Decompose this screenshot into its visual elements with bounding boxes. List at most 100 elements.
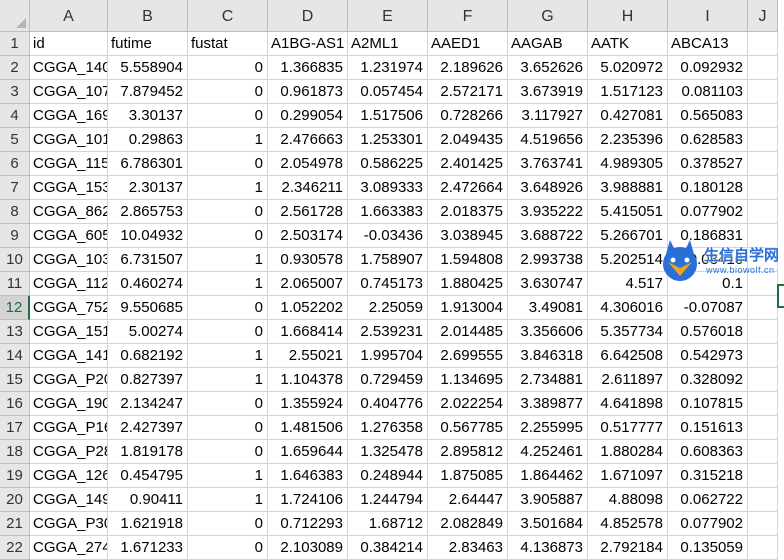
cell-i11[interactable]: 0.1 (668, 272, 748, 296)
row-header-4[interactable]: 4 (0, 104, 30, 128)
cell-g11[interactable]: 3.630747 (508, 272, 588, 296)
cell-g21[interactable]: 3.501684 (508, 512, 588, 536)
cell-j6[interactable] (748, 152, 778, 176)
row-header-2[interactable]: 2 (0, 56, 30, 80)
cell-c20[interactable]: 1 (188, 488, 268, 512)
cell-f20[interactable]: 2.64447 (428, 488, 508, 512)
cell-i4[interactable]: 0.565083 (668, 104, 748, 128)
column-header-b[interactable]: B (108, 0, 188, 32)
cell-e5[interactable]: 1.253301 (348, 128, 428, 152)
cell-b4[interactable]: 3.30137 (108, 104, 188, 128)
row-header-1[interactable]: 1 (0, 32, 30, 56)
cell-g20[interactable]: 3.905887 (508, 488, 588, 512)
row-header-22[interactable]: 22 (0, 536, 30, 560)
cell-c16[interactable]: 0 (188, 392, 268, 416)
cell-h1[interactable]: AATK (588, 32, 668, 56)
cell-b19[interactable]: 0.454795 (108, 464, 188, 488)
cell-b14[interactable]: 0.682192 (108, 344, 188, 368)
cell-d18[interactable]: 1.659644 (268, 440, 348, 464)
cell-g19[interactable]: 1.864462 (508, 464, 588, 488)
cell-g16[interactable]: 3.389877 (508, 392, 588, 416)
cell-d12[interactable]: 1.052202 (268, 296, 348, 320)
cell-a22[interactable]: CGGA_274 (30, 536, 108, 560)
cell-g5[interactable]: 4.519656 (508, 128, 588, 152)
column-header-j[interactable]: J (748, 0, 778, 32)
cell-j3[interactable] (748, 80, 778, 104)
cell-e18[interactable]: 1.325478 (348, 440, 428, 464)
cell-e6[interactable]: 0.586225 (348, 152, 428, 176)
cell-b2[interactable]: 5.558904 (108, 56, 188, 80)
cell-j7[interactable] (748, 176, 778, 200)
cell-h18[interactable]: 1.880284 (588, 440, 668, 464)
row-header-14[interactable]: 14 (0, 344, 30, 368)
cell-a12[interactable]: CGGA_752 (30, 296, 108, 320)
cell-j22[interactable] (748, 536, 778, 560)
cell-h16[interactable]: 4.641898 (588, 392, 668, 416)
cell-d2[interactable]: 1.366835 (268, 56, 348, 80)
cell-d15[interactable]: 1.104378 (268, 368, 348, 392)
cell-i18[interactable]: 0.608363 (668, 440, 748, 464)
cell-h13[interactable]: 5.357734 (588, 320, 668, 344)
cell-g22[interactable]: 4.136873 (508, 536, 588, 560)
cell-c19[interactable]: 1 (188, 464, 268, 488)
row-header-21[interactable]: 21 (0, 512, 30, 536)
cell-a2[interactable]: CGGA_1404 (30, 56, 108, 80)
cell-c21[interactable]: 0 (188, 512, 268, 536)
cell-j20[interactable] (748, 488, 778, 512)
cell-b5[interactable]: 0.29863 (108, 128, 188, 152)
cell-i10[interactable]: -0.03416 (668, 248, 748, 272)
cell-d4[interactable]: 0.299054 (268, 104, 348, 128)
cell-b15[interactable]: 0.827397 (108, 368, 188, 392)
cell-c11[interactable]: 1 (188, 272, 268, 296)
cell-c22[interactable]: 0 (188, 536, 268, 560)
cell-j4[interactable] (748, 104, 778, 128)
cell-f21[interactable]: 2.082849 (428, 512, 508, 536)
cell-a10[interactable]: CGGA_1031 (30, 248, 108, 272)
cell-e3[interactable]: 0.057454 (348, 80, 428, 104)
spreadsheet-grid[interactable]: A B C D E F G H I J 1 id futime fustat A1BG-AS1 A2ML1 AA… (0, 0, 784, 560)
row-header-20[interactable]: 20 (0, 488, 30, 512)
cell-h3[interactable]: 1.517123 (588, 80, 668, 104)
cell-a9[interactable]: CGGA_605 (30, 224, 108, 248)
cell-c17[interactable]: 0 (188, 416, 268, 440)
cell-f6[interactable]: 2.401425 (428, 152, 508, 176)
cell-f11[interactable]: 1.880425 (428, 272, 508, 296)
cell-h17[interactable]: 0.517777 (588, 416, 668, 440)
cell-b16[interactable]: 2.134247 (108, 392, 188, 416)
cell-j21[interactable] (748, 512, 778, 536)
cell-f12[interactable]: 1.913004 (428, 296, 508, 320)
cell-f2[interactable]: 2.189626 (428, 56, 508, 80)
row-header-5[interactable]: 5 (0, 128, 30, 152)
cell-h19[interactable]: 1.671097 (588, 464, 668, 488)
cell-f5[interactable]: 2.049435 (428, 128, 508, 152)
row-header-10[interactable]: 10 (0, 248, 30, 272)
cell-b22[interactable]: 1.671233 (108, 536, 188, 560)
cell-f18[interactable]: 2.895812 (428, 440, 508, 464)
cell-a3[interactable]: CGGA_1071 (30, 80, 108, 104)
cell-i15[interactable]: 0.328092 (668, 368, 748, 392)
cell-g6[interactable]: 3.763741 (508, 152, 588, 176)
cell-b13[interactable]: 5.00274 (108, 320, 188, 344)
cell-h12[interactable]: 4.306016 (588, 296, 668, 320)
cell-b1[interactable]: futime (108, 32, 188, 56)
cell-i20[interactable]: 0.062722 (668, 488, 748, 512)
cell-j1[interactable] (748, 32, 778, 56)
cell-f8[interactable]: 2.018375 (428, 200, 508, 224)
row-header-16[interactable]: 16 (0, 392, 30, 416)
cell-i3[interactable]: 0.081103 (668, 80, 748, 104)
cell-i8[interactable]: 0.077902 (668, 200, 748, 224)
cell-d19[interactable]: 1.646383 (268, 464, 348, 488)
cell-j18[interactable] (748, 440, 778, 464)
cell-h7[interactable]: 3.988881 (588, 176, 668, 200)
row-header-13[interactable]: 13 (0, 320, 30, 344)
cell-f22[interactable]: 2.83463 (428, 536, 508, 560)
cell-h8[interactable]: 5.415051 (588, 200, 668, 224)
cell-h15[interactable]: 2.611897 (588, 368, 668, 392)
cell-f13[interactable]: 2.014485 (428, 320, 508, 344)
cell-h4[interactable]: 0.427081 (588, 104, 668, 128)
row-header-18[interactable]: 18 (0, 440, 30, 464)
cell-h14[interactable]: 6.642508 (588, 344, 668, 368)
cell-a19[interactable]: CGGA_1262 (30, 464, 108, 488)
cell-d17[interactable]: 1.481506 (268, 416, 348, 440)
cell-e7[interactable]: 3.089333 (348, 176, 428, 200)
